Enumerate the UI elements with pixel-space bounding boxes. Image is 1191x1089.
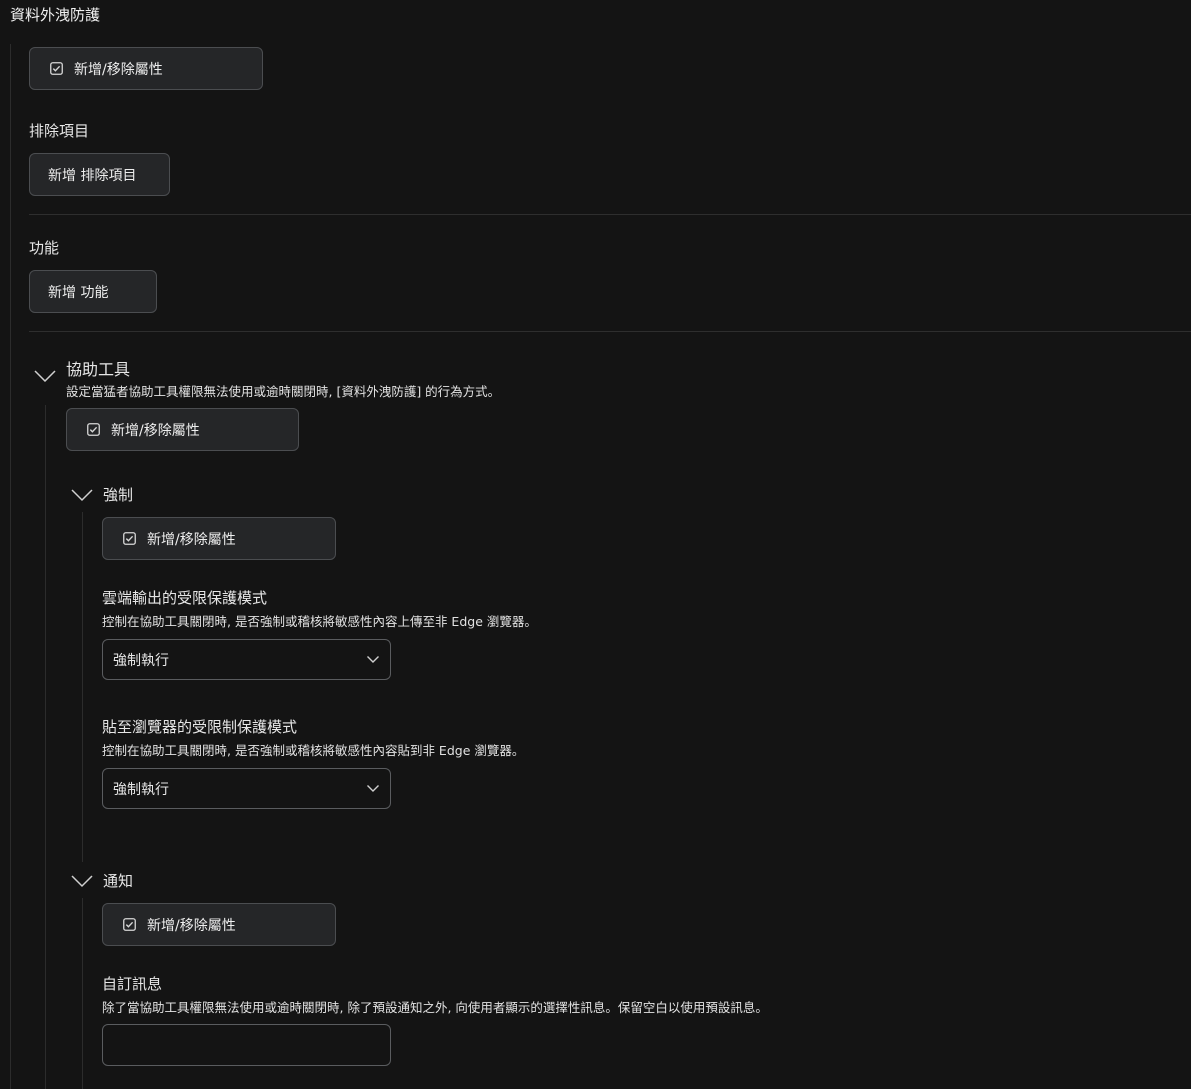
chevron-down-icon[interactable] (70, 873, 94, 889)
assist-tools-description: 設定當猛者協助工具權限無法使用或逾時關閉時, [資料外洩防護] 的行為方式。 (66, 384, 501, 399)
button-label: 新增/移除屬性 (111, 422, 200, 439)
chevron-down-icon[interactable] (70, 487, 94, 503)
tree-line-enforce (82, 512, 83, 862)
add-remove-attributes-button[interactable]: 新增/移除屬性 (66, 408, 299, 451)
chevron-down-icon (366, 652, 380, 668)
notification-title: 通知 (103, 872, 134, 890)
features-title: 功能 (29, 239, 60, 257)
custom-message-input[interactable] (102, 1024, 391, 1066)
custom-message-description: 除了當協助工具權限無法使用或逾時關閉時, 除了預設通知之外, 向使用者顯示的選擇… (102, 1000, 768, 1015)
chevron-down-icon[interactable] (33, 368, 57, 384)
button-label: 新增/移除屬性 (74, 61, 163, 78)
add-remove-attributes-button[interactable]: 新增/移除屬性 (29, 47, 263, 90)
chevron-down-icon (366, 781, 380, 797)
paste-mode-title: 貼至瀏覽器的受限制保護模式 (102, 718, 298, 736)
settings-page: 資料外洩防護 新增/移除屬性 排除項目 新增 排除項目 功能 新增 功能 協助工… (0, 0, 1191, 1089)
cloud-mode-description: 控制在協助工具關閉時, 是否強制或稽核將敏感性內容上傳至非 Edge 瀏覽器。 (102, 614, 537, 629)
tree-line-notification (82, 898, 83, 1089)
checkbox-icon (123, 532, 136, 545)
exclusions-title: 排除項目 (29, 122, 90, 140)
assist-tools-title: 協助工具 (66, 360, 131, 379)
enforce-title: 強制 (103, 486, 134, 504)
button-label: 新增/移除屬性 (147, 531, 236, 548)
select-value: 強制執行 (113, 781, 169, 798)
paste-mode-select[interactable]: 強制執行 (102, 768, 391, 809)
add-remove-attributes-button[interactable]: 新增/移除屬性 (102, 517, 336, 560)
button-label: 新增/移除屬性 (147, 917, 236, 934)
checkbox-icon (123, 918, 136, 931)
divider (29, 214, 1191, 215)
checkbox-icon (87, 423, 100, 436)
divider (29, 331, 1191, 332)
cloud-mode-title: 雲端輸出的受限保護模式 (102, 589, 268, 607)
tree-line-assist-tools (45, 405, 46, 1089)
add-exclusion-button[interactable]: 新增 排除項目 (29, 153, 170, 196)
add-remove-attributes-button[interactable]: 新增/移除屬性 (102, 903, 336, 946)
custom-message-title: 自訂訊息 (102, 975, 163, 993)
tree-line-root (10, 44, 11, 1089)
paste-mode-description: 控制在協助工具關閉時, 是否強制或稽核將敏感性內容貼到非 Edge 瀏覽器。 (102, 743, 525, 758)
checkbox-icon (50, 62, 63, 75)
page-title: 資料外洩防護 (10, 6, 101, 24)
cloud-mode-select[interactable]: 強制執行 (102, 639, 391, 680)
add-feature-button[interactable]: 新增 功能 (29, 270, 157, 313)
select-value: 強制執行 (113, 652, 169, 669)
